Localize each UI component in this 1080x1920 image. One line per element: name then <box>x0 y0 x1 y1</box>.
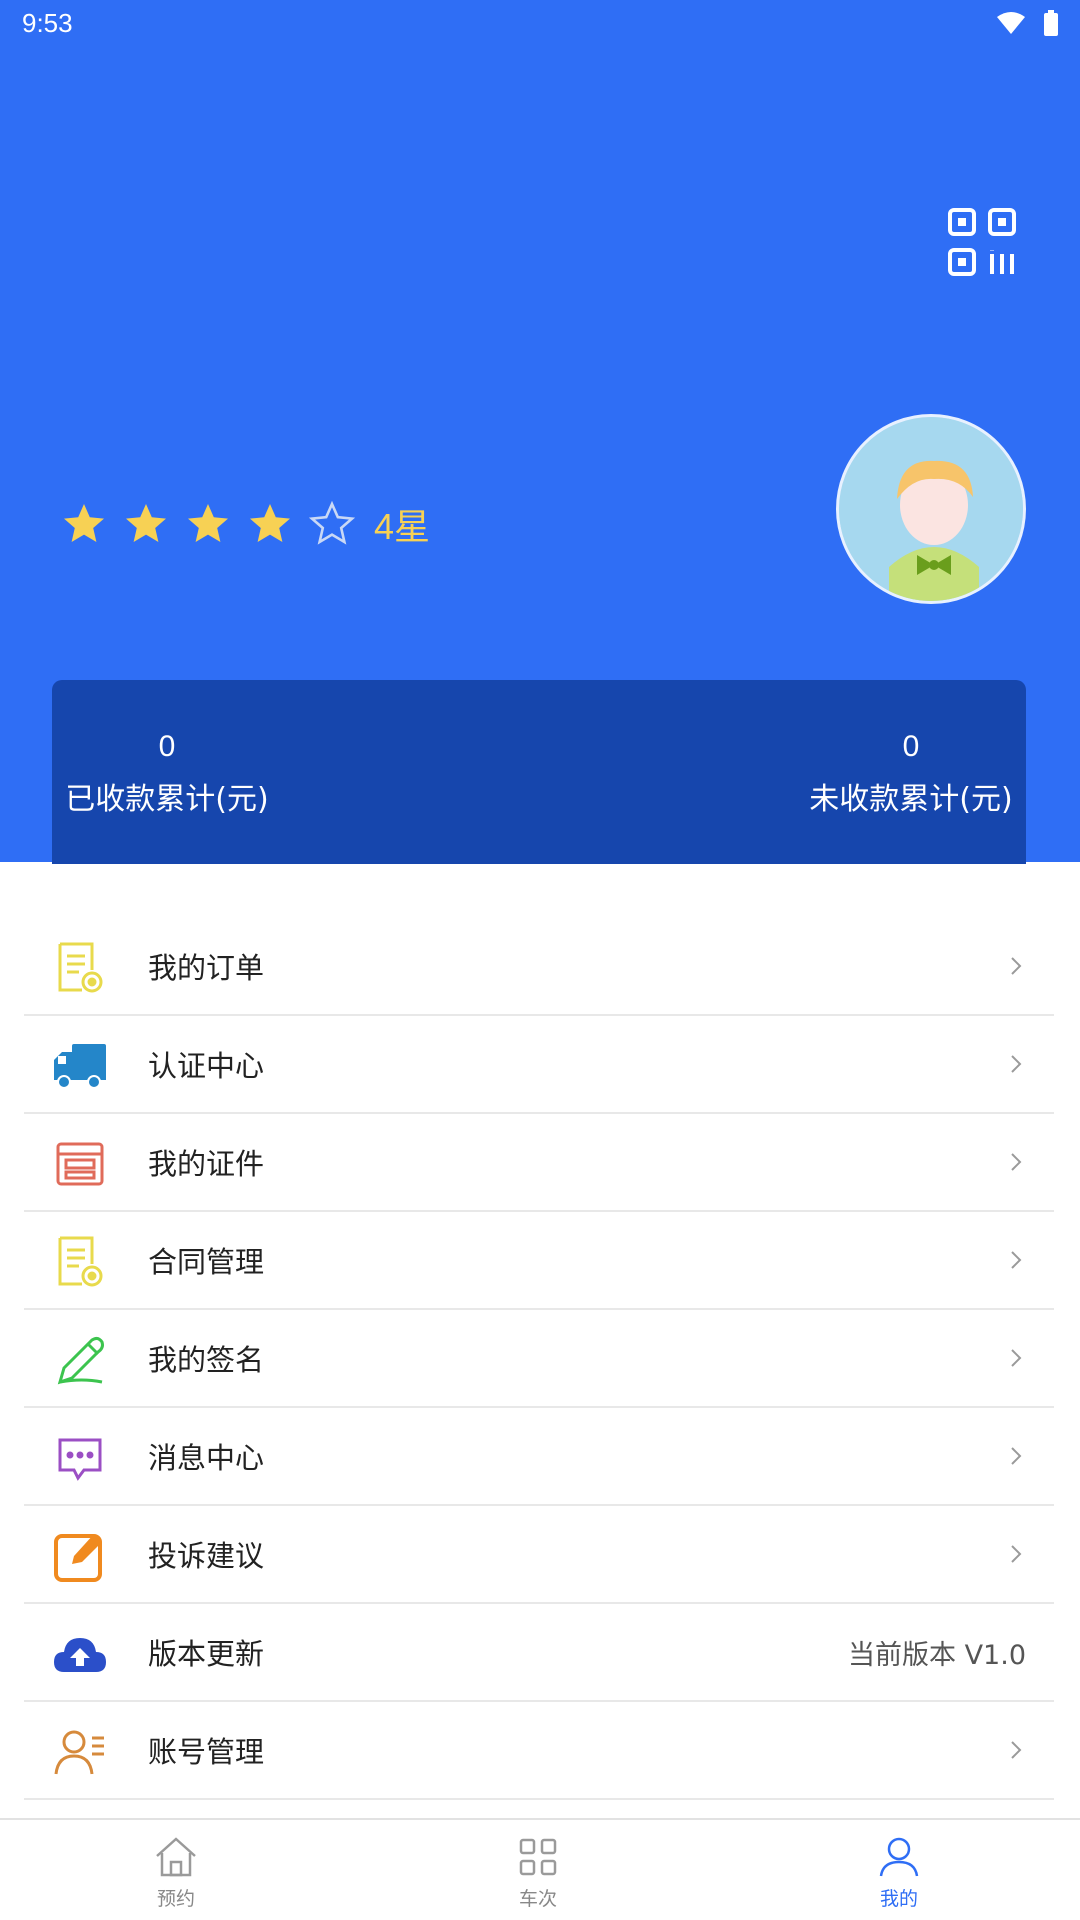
status-bar: 9:53 <box>0 0 1080 48</box>
menu-item-contract-management[interactable]: 合同管理 <box>24 1212 1054 1310</box>
status-time: 9:53 <box>22 8 73 38</box>
current-version-text: 当前版本 V1.0 <box>848 1639 1026 1671</box>
nav-tab-mine[interactable]: 我的 <box>839 1834 959 1911</box>
chevron-right-icon <box>1011 957 1022 975</box>
account-icon <box>54 1730 104 1775</box>
menu-item-label: 消息中心 <box>148 1441 265 1475</box>
unreceived-stat[interactable]: 0 未收款累计(元) <box>802 730 1020 818</box>
star-filled-icon <box>126 504 166 542</box>
truck-icon <box>54 1044 106 1089</box>
unreceived-label: 未收款累计(元) <box>809 782 1013 817</box>
menu-item-message-center[interactable]: 消息中心 <box>24 1408 1054 1506</box>
menu-item-label: 合同管理 <box>148 1245 265 1279</box>
wifi-icon <box>996 11 1026 35</box>
nav-label: 我的 <box>879 1888 918 1910</box>
home-icon <box>156 1837 196 1877</box>
chevron-right-icon <box>1011 1545 1022 1563</box>
menu-item-label: 我的订单 <box>148 951 265 985</box>
menu-item-complaints-suggestions[interactable]: 投诉建议 <box>24 1506 1054 1604</box>
chevron-right-icon <box>1011 1447 1022 1465</box>
received-label: 已收款累计(元) <box>65 782 269 817</box>
chevron-right-icon <box>1011 1251 1022 1269</box>
star-filled-icon <box>188 504 228 542</box>
menu-item-my-signature[interactable]: 我的签名 <box>24 1310 1054 1408</box>
received-stat[interactable]: 0 已收款累计(元) <box>58 730 276 818</box>
qr-code-icon[interactable] <box>946 206 1018 278</box>
bottom-navigation: 预约 车次 我的 <box>0 1818 1080 1920</box>
star-filled-icon <box>64 504 104 542</box>
grid-icon <box>519 1838 557 1876</box>
star-filled-icon <box>250 504 290 542</box>
menu-item-label: 认证中心 <box>148 1049 265 1083</box>
menu-item-label: 版本更新 <box>148 1637 265 1671</box>
nav-tab-reservation[interactable]: 预约 <box>116 1834 236 1911</box>
nav-label: 车次 <box>518 1888 557 1910</box>
contract-document-icon <box>58 1236 103 1287</box>
chevron-right-icon <box>1011 1055 1022 1073</box>
message-icon <box>58 1438 102 1481</box>
menu-item-label: 我的签名 <box>148 1343 265 1377</box>
edit-icon <box>54 1534 102 1582</box>
menu-item-label: 我的证件 <box>148 1147 265 1181</box>
menu-item-version-update[interactable]: 版本更新 当前版本 V1.0 <box>24 1604 1054 1702</box>
nav-label: 预约 <box>156 1888 195 1910</box>
menu-item-label: 投诉建议 <box>148 1539 265 1573</box>
status-icons <box>996 10 1058 36</box>
menu-item-account-management[interactable]: 账号管理 <box>24 1702 1054 1800</box>
order-document-icon <box>58 942 103 993</box>
earnings-summary-card: 0 已收款累计(元) 0 未收款累计(元) <box>52 680 1026 864</box>
profile-header: 9:53 4星 0 已收款累计(元) 0 未收款累计(元) <box>0 0 1080 864</box>
pen-icon <box>57 1336 104 1385</box>
menu-item-certification-center[interactable]: 认证中心 <box>24 1016 1054 1114</box>
battery-icon <box>1044 10 1058 36</box>
certificate-icon <box>56 1142 104 1186</box>
chevron-right-icon <box>1011 1349 1022 1367</box>
menu-item-my-orders[interactable]: 我的订单 <box>24 918 1054 1016</box>
chevron-right-icon <box>1011 1741 1022 1759</box>
received-value: 0 <box>158 730 176 763</box>
star-empty-icon <box>308 500 356 545</box>
user-icon <box>879 1837 919 1877</box>
chevron-right-icon <box>1011 1153 1022 1171</box>
rating-label: 4星 <box>374 506 431 547</box>
nav-tab-trips[interactable]: 车次 <box>478 1834 598 1911</box>
unreceived-value: 0 <box>902 730 920 763</box>
avatar[interactable] <box>836 414 1026 604</box>
cloud-upload-icon <box>54 1638 106 1672</box>
settings-menu: 我的订单 认证中心 我的证件 合同管理 我的签名 消息中心 投诉建议 版本更新 … <box>24 918 1054 1800</box>
menu-item-my-certificates[interactable]: 我的证件 <box>24 1114 1054 1212</box>
star-rating: 4星 <box>60 498 430 550</box>
menu-item-label: 账号管理 <box>148 1735 265 1769</box>
